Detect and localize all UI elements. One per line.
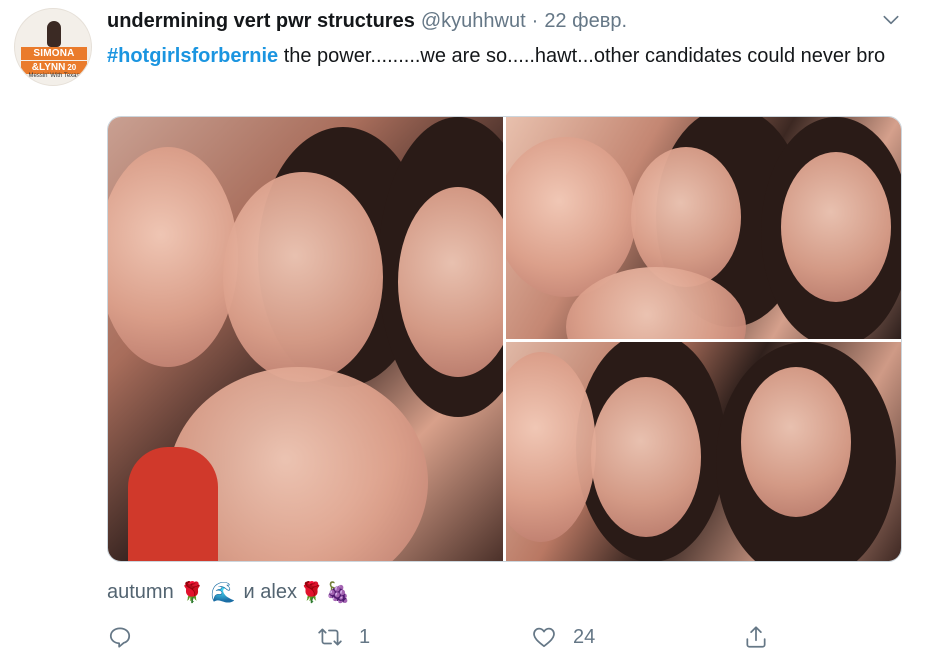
tweet-text: #hotgirlsforbernie the power.........we … [107,42,907,71]
photo-shape [108,147,238,367]
tweet: SIMONA &LYNN 20 Messin' With Texas underm… [0,0,927,654]
photo-1[interactable] [108,117,503,561]
like-count: 24 [573,625,596,648]
share-button[interactable] [743,624,769,650]
share-icon [746,626,766,648]
reply-icon [109,627,131,648]
photo-shape [506,352,596,542]
author-handle[interactable]: @kyuhhwut [421,10,526,33]
photo-shape [591,377,701,537]
media-grid [107,116,902,562]
wave-emoji: 🌊 [210,582,236,604]
tweet-header: undermining vert pwr structures @kyuhhwu… [107,10,627,34]
photo-shape [781,152,891,302]
photo-shape [741,367,851,517]
tweet-body: the power.........we are so.....hawt...o… [278,45,886,67]
tweet-date[interactable]: 22 февр. [544,10,627,33]
photo-shape [223,172,383,382]
chevron-down-icon[interactable] [880,10,902,30]
avatar-text-line-1: SIMONA [21,47,87,60]
tweet-actions: 1 24 [107,624,807,654]
retweet-count: 1 [359,625,371,648]
retweet-icon [318,628,342,646]
separator-dot: · [531,10,539,32]
photo-3[interactable] [506,342,901,561]
rose-emoji: 🌹 [179,582,205,604]
rose-emoji-2: 🌹 [298,582,324,604]
author-name[interactable]: undermining vert pwr structures [107,10,415,33]
photo-shape [128,447,218,561]
like-button[interactable]: 24 [531,624,595,650]
avatar-figure [47,21,61,47]
hashtag-link[interactable]: #hotgirlsforbernie [107,45,278,67]
tagged-user-alex[interactable]: и alex [244,581,297,604]
reply-button[interactable] [107,624,149,650]
avatar-text-line-3: Messin' With Texas [28,73,80,79]
tagged-users-line: autumn 🌹 🌊 и alex 🌹 🍇 [107,580,351,605]
grapes-emoji: 🍇 [325,582,351,604]
retweet-button[interactable]: 1 [317,624,370,650]
tagged-user-autumn[interactable]: autumn [107,581,174,604]
avatar[interactable]: SIMONA &LYNN 20 Messin' With Texas [14,8,92,86]
heart-icon [533,627,555,648]
photo-2[interactable] [506,117,901,339]
photo-shape [631,147,741,287]
